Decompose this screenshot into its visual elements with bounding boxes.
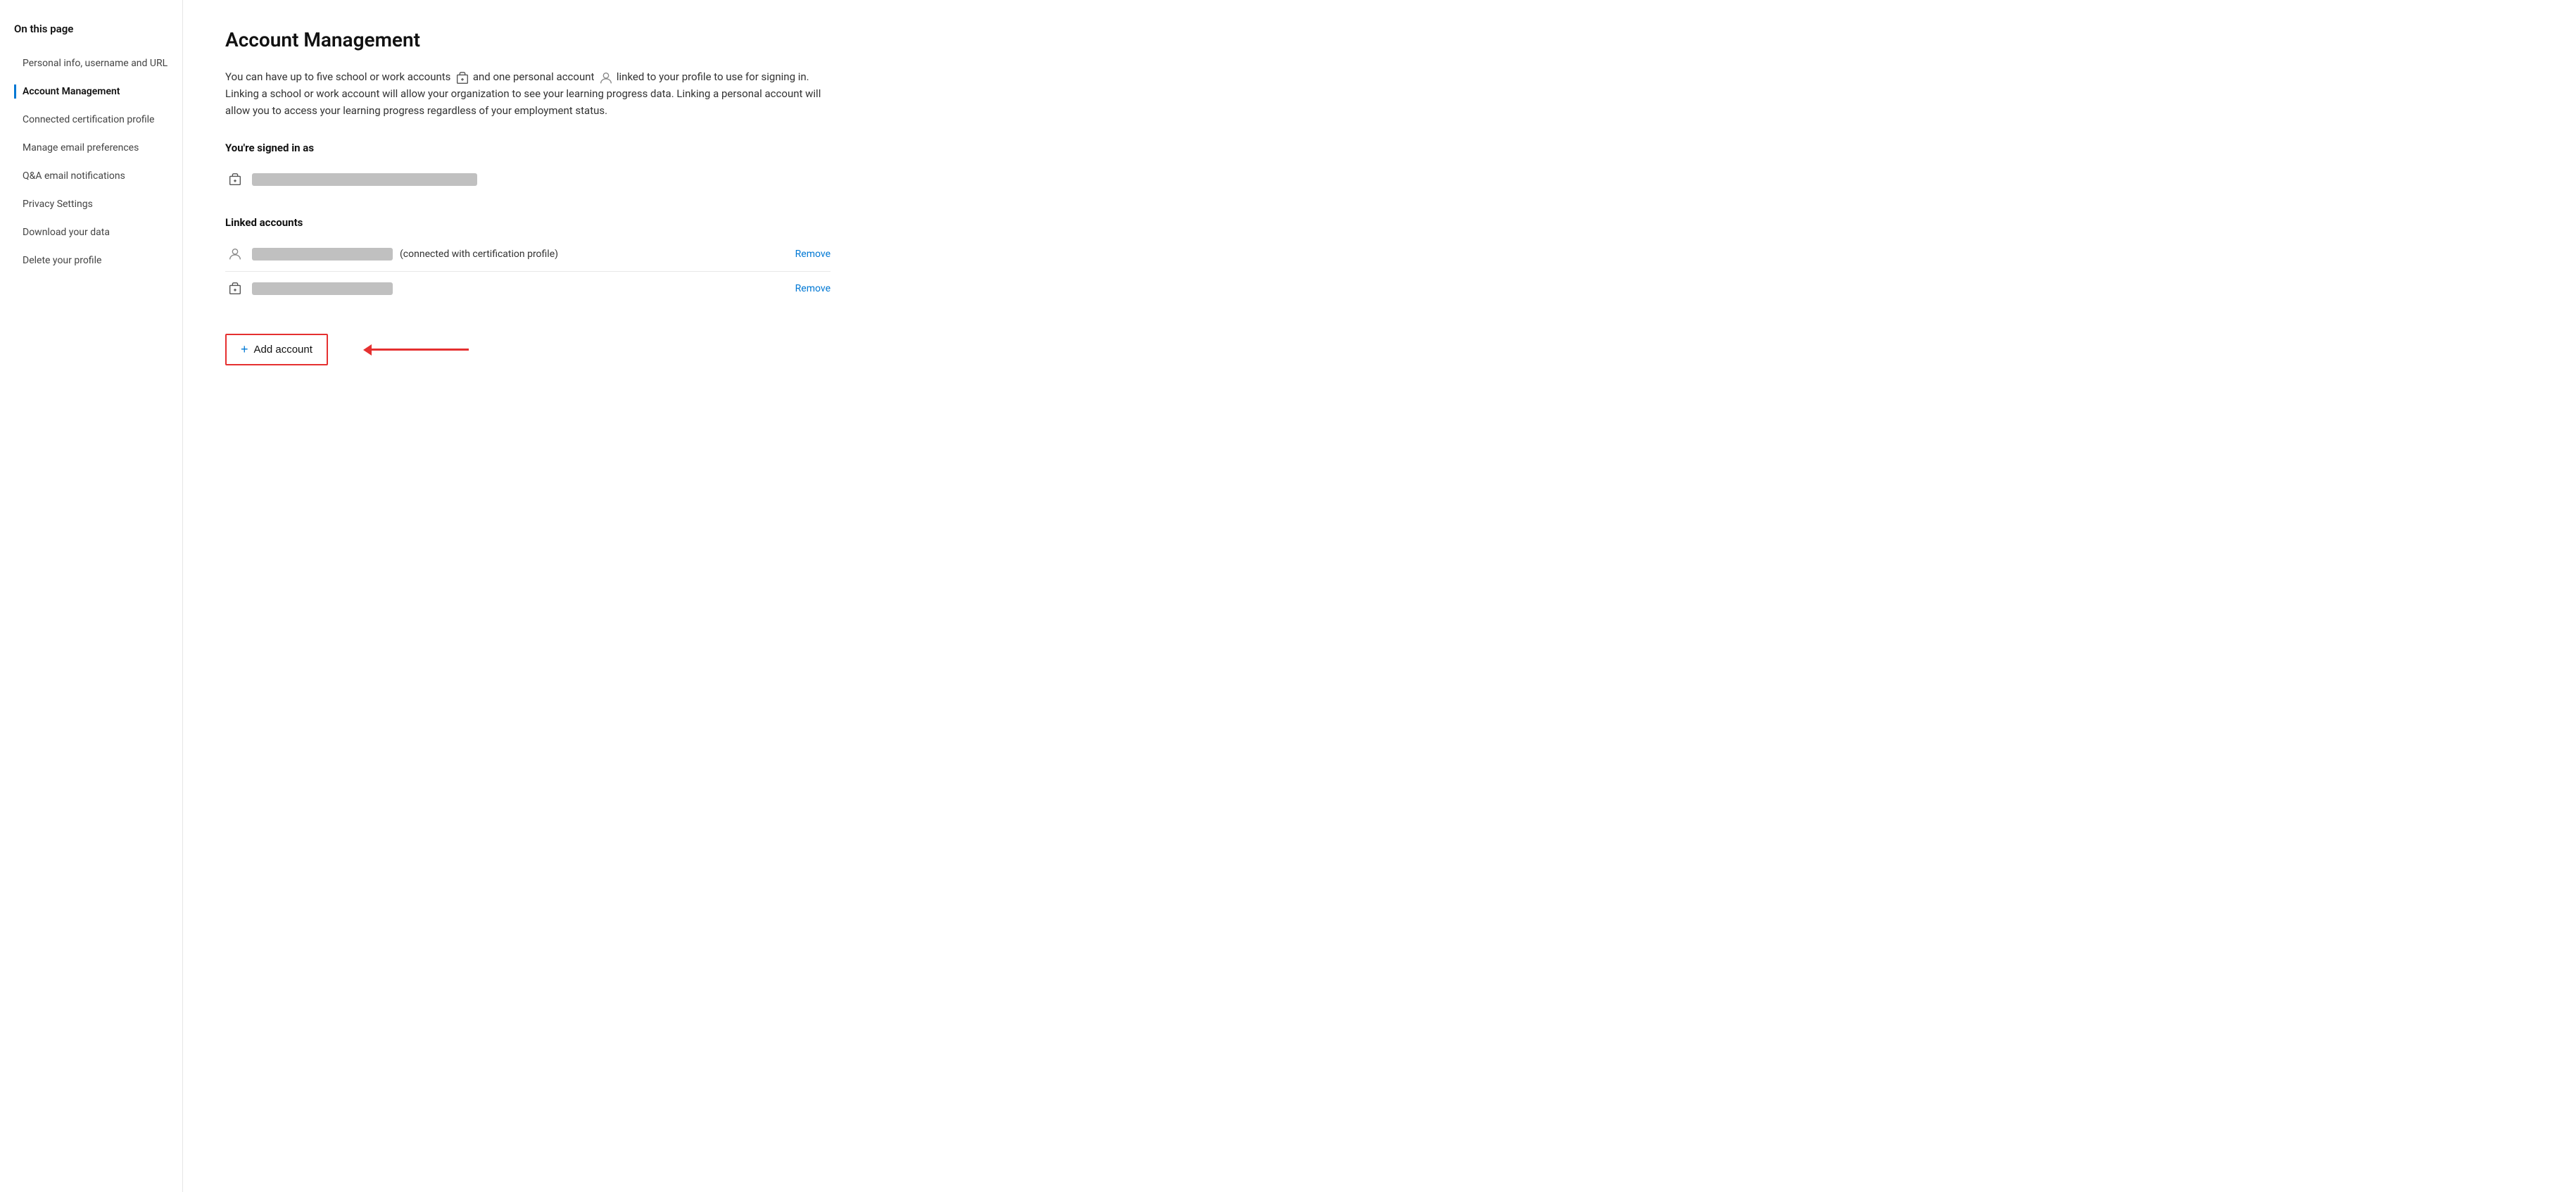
- personal-account-icon: [598, 70, 612, 84]
- sidebar-item-email-preferences[interactable]: Manage email preferences: [14, 134, 182, 162]
- linked-accounts-label: Linked accounts: [225, 216, 943, 229]
- linked-account-row-0: (connected with certification profile) R…: [225, 237, 831, 272]
- sidebar-nav: Personal info, username and URL Account …: [14, 49, 182, 275]
- signed-in-redacted: [252, 173, 477, 186]
- sidebar-item-certification-profile[interactable]: Connected certification profile: [14, 106, 182, 134]
- linked-personal-icon: [225, 244, 245, 264]
- signed-in-section: You're signed in as: [225, 142, 943, 196]
- sidebar-item-account-management[interactable]: Account Management: [14, 77, 182, 106]
- sidebar-item-personal-info[interactable]: Personal info, username and URL: [14, 49, 182, 77]
- linked-account-1-info: [252, 282, 784, 295]
- signed-in-label: You're signed in as: [225, 142, 943, 154]
- linked-account-1-redacted: [252, 282, 393, 295]
- sidebar-item-privacy-settings[interactable]: Privacy Settings: [14, 190, 182, 218]
- add-account-button[interactable]: + Add account: [225, 334, 328, 365]
- linked-account-0-info: (connected with certification profile): [252, 248, 784, 261]
- sidebar-link-qa-notifications[interactable]: Q&A email notifications: [14, 169, 182, 183]
- remove-button-0[interactable]: Remove: [784, 249, 831, 260]
- arrow-line: [370, 349, 469, 351]
- add-account-label: Add account: [254, 344, 312, 356]
- linked-account-row-1: Remove: [225, 272, 831, 306]
- signed-in-account-info: [252, 173, 831, 186]
- linked-section: Linked accounts (connected with certific…: [225, 216, 943, 306]
- linked-accounts-list: (connected with certification profile) R…: [225, 237, 831, 306]
- sidebar-link-delete-profile[interactable]: Delete your profile: [14, 253, 182, 268]
- linked-work-icon: [225, 279, 245, 299]
- sidebar-link-email-preferences[interactable]: Manage email preferences: [14, 141, 182, 155]
- page-title: Account Management: [225, 28, 943, 51]
- linked-account-0-redacted: [252, 248, 393, 261]
- description: You can have up to five school or work a…: [225, 68, 831, 119]
- sidebar-link-privacy-settings[interactable]: Privacy Settings: [14, 197, 182, 211]
- add-account-area: + Add account: [225, 334, 469, 365]
- linked-account-0-connected-text: (connected with certification profile): [400, 249, 558, 260]
- sidebar: On this page Personal info, username and…: [0, 0, 183, 1192]
- sidebar-item-download-data[interactable]: Download your data: [14, 218, 182, 246]
- sidebar-item-qa-notifications[interactable]: Q&A email notifications: [14, 162, 182, 190]
- arrow-indicator: [370, 349, 469, 351]
- plus-icon: +: [241, 342, 248, 357]
- signed-in-account-row: [225, 163, 831, 196]
- sidebar-link-personal-info[interactable]: Personal info, username and URL: [14, 56, 182, 70]
- sidebar-item-delete-profile[interactable]: Delete your profile: [14, 246, 182, 275]
- sidebar-link-download-data[interactable]: Download your data: [14, 225, 182, 239]
- main-content: Account Management You can have up to fi…: [183, 0, 985, 1192]
- remove-button-1[interactable]: Remove: [784, 283, 831, 294]
- work-account-icon: [455, 70, 469, 84]
- signed-in-work-icon: [225, 170, 245, 189]
- sidebar-link-certification-profile[interactable]: Connected certification profile: [14, 113, 182, 127]
- sidebar-link-account-management[interactable]: Account Management: [14, 84, 182, 99]
- sidebar-heading: On this page: [14, 23, 182, 35]
